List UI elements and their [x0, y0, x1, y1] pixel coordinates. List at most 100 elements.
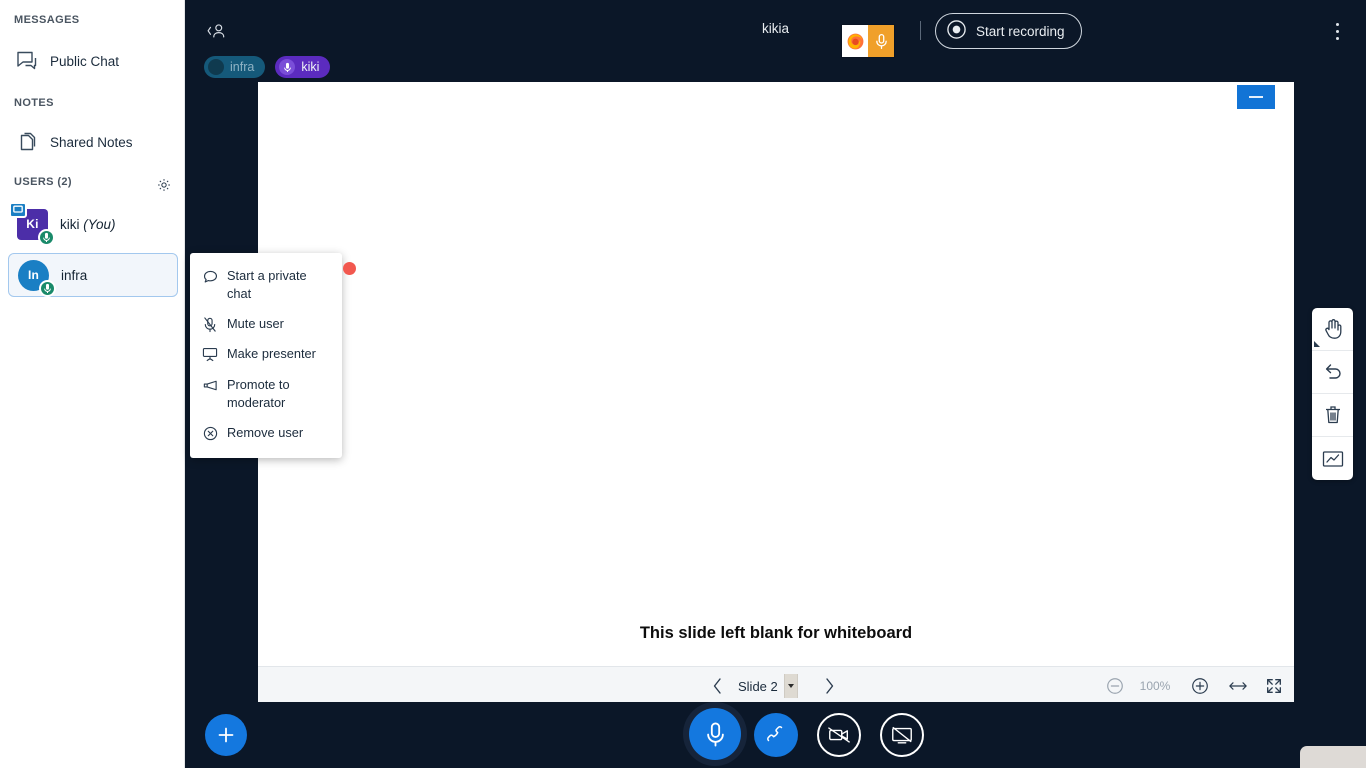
- record-circle-icon: [946, 19, 967, 43]
- sidebar-item-shared-notes[interactable]: Shared Notes: [6, 122, 179, 162]
- talking-chip-infra[interactable]: infra: [204, 56, 266, 78]
- user-list-item-kiki[interactable]: Ki kiki (You): [8, 201, 178, 246]
- left-sidebar: MESSAGES Public Chat NOTES Shared Notes …: [0, 0, 185, 768]
- gear-icon: [158, 179, 170, 191]
- fit-to-width-icon: [1229, 682, 1247, 690]
- bigbluebutton-app: MESSAGES Public Chat NOTES Shared Notes …: [0, 0, 1366, 768]
- avatar-initials: Ki: [26, 217, 39, 231]
- bottom-action-bar: [185, 702, 1366, 768]
- bottom-right-panel-handle[interactable]: [1300, 746, 1366, 768]
- leave-audio-button[interactable]: [754, 713, 798, 757]
- user-list-item-infra[interactable]: In infra: [8, 253, 178, 297]
- share-screen-button[interactable]: [880, 713, 924, 757]
- presentation-footer-toolbar: Slide 2 100%: [258, 666, 1294, 704]
- presenter-screen-badge-icon: [9, 201, 27, 218]
- context-menu-item-make-presenter[interactable]: Make presenter: [190, 339, 342, 369]
- context-menu-item-label: Remove user: [227, 424, 304, 440]
- avatar-dot-icon: [208, 59, 224, 75]
- context-menu-item-start-private-chat[interactable]: Start a private chat: [190, 261, 342, 309]
- sidebar-item-label: Shared Notes: [50, 134, 133, 150]
- hide-user-list-icon[interactable]: [201, 16, 231, 46]
- firefox-microphone-permission-indicator[interactable]: [842, 25, 894, 57]
- chevron-down-icon: [783, 674, 798, 698]
- microphone-icon: [279, 59, 296, 75]
- delete-all-annotations-button[interactable]: [1312, 394, 1353, 437]
- avatar-initials: In: [27, 268, 40, 282]
- start-recording-button[interactable]: Start recording: [935, 13, 1082, 49]
- context-menu-item-mute-user[interactable]: Mute user: [190, 309, 342, 339]
- pan-tool-button[interactable]: [1312, 308, 1353, 351]
- chevron-right-icon: [825, 678, 833, 694]
- zoom-out-button[interactable]: [1100, 671, 1130, 701]
- whiteboard-icon: [1322, 450, 1343, 467]
- screen-off-icon: [892, 726, 912, 744]
- context-menu-item-label: Start a private chat: [227, 268, 307, 302]
- fullscreen-button[interactable]: [1259, 671, 1289, 701]
- slide-selector-label: Slide 2: [738, 678, 778, 694]
- documents-icon: [14, 129, 40, 155]
- meeting-title: kikia: [761, 21, 790, 36]
- talking-chip-kiki[interactable]: kiki: [275, 56, 331, 78]
- plus-icon: [218, 727, 234, 743]
- fit-to-width-button[interactable]: [1223, 671, 1253, 701]
- mute-toggle-button[interactable]: [689, 708, 741, 760]
- messages-section-heading: MESSAGES: [14, 14, 80, 26]
- user-name: infra: [61, 267, 88, 283]
- talking-indicator-bar: infra kiki: [204, 56, 331, 78]
- camera-off-icon: [828, 727, 850, 743]
- talking-chip-label: kiki: [301, 60, 320, 74]
- chat-bubble-icon: [14, 48, 40, 74]
- vertical-dots-icon: [1335, 29, 1339, 33]
- vertical-dots-icon: [1335, 36, 1339, 40]
- start-recording-label: Start recording: [976, 23, 1065, 39]
- options-menu-button[interactable]: [1322, 15, 1352, 47]
- zoom-in-button[interactable]: [1185, 671, 1215, 701]
- fullscreen-icon: [1267, 679, 1281, 693]
- microphone-icon: [868, 25, 894, 57]
- presentation-area: This slide left blank for whiteboard: [258, 82, 1294, 702]
- context-menu-item-remove-user[interactable]: Remove user: [190, 418, 342, 448]
- undo-button[interactable]: [1312, 351, 1353, 394]
- zoom-level-value: 100%: [1139, 679, 1171, 693]
- firefox-icon: [842, 25, 868, 57]
- user-context-menu: Start a private chat Mute user Make pres…: [190, 253, 342, 459]
- context-menu-item-promote-to-moderator[interactable]: Promote to moderator: [190, 370, 342, 418]
- mic-off-icon: [202, 316, 218, 333]
- user-name: kiki (You): [60, 216, 116, 232]
- actions-add-button[interactable]: [205, 714, 247, 756]
- next-slide-button[interactable]: [814, 671, 844, 701]
- phone-icon: [767, 726, 783, 742]
- sidebar-item-public-chat[interactable]: Public Chat: [6, 41, 179, 81]
- presentation-screen-icon: [202, 346, 218, 363]
- previous-slide-button[interactable]: [702, 671, 732, 701]
- microphone-status-badge-icon: [38, 228, 55, 246]
- chat-bubble-icon: [202, 268, 218, 285]
- minimize-presentation-button[interactable]: [1237, 85, 1275, 109]
- sidebar-item-label: Public Chat: [50, 53, 120, 69]
- context-menu-item-label: Promote to moderator: [227, 376, 290, 410]
- chevron-left-icon: [713, 678, 721, 694]
- share-webcam-button[interactable]: [817, 713, 861, 757]
- zoom-in-icon: [1192, 678, 1208, 694]
- zoom-out-icon: [1107, 678, 1123, 694]
- megaphone-icon: [202, 377, 218, 394]
- avatar: Ki: [9, 201, 55, 246]
- notes-section-heading: NOTES: [14, 97, 54, 109]
- context-menu-item-label: Make presenter: [227, 346, 316, 362]
- undo-arrow-icon: [1325, 364, 1341, 379]
- microphone-status-badge-icon: [39, 279, 56, 297]
- avatar: In: [18, 259, 56, 297]
- vertical-dots-icon: [1335, 22, 1339, 26]
- title-divider: [920, 21, 921, 40]
- talking-chip-label: infra: [230, 60, 255, 74]
- remove-circle-icon: [202, 425, 218, 442]
- slide-selector-dropdown[interactable]: Slide 2: [738, 674, 804, 698]
- hand-icon: [1324, 319, 1341, 339]
- context-menu-item-label: Mute user: [227, 316, 284, 332]
- trash-icon: [1325, 406, 1340, 424]
- user-list-settings-button[interactable]: [152, 173, 176, 197]
- whiteboard-toolbar: [1312, 308, 1353, 480]
- multi-user-whiteboard-button[interactable]: [1312, 437, 1353, 480]
- microphone-icon: [706, 722, 724, 746]
- top-navigation-bar: kikia Start recording: [185, 0, 1366, 61]
